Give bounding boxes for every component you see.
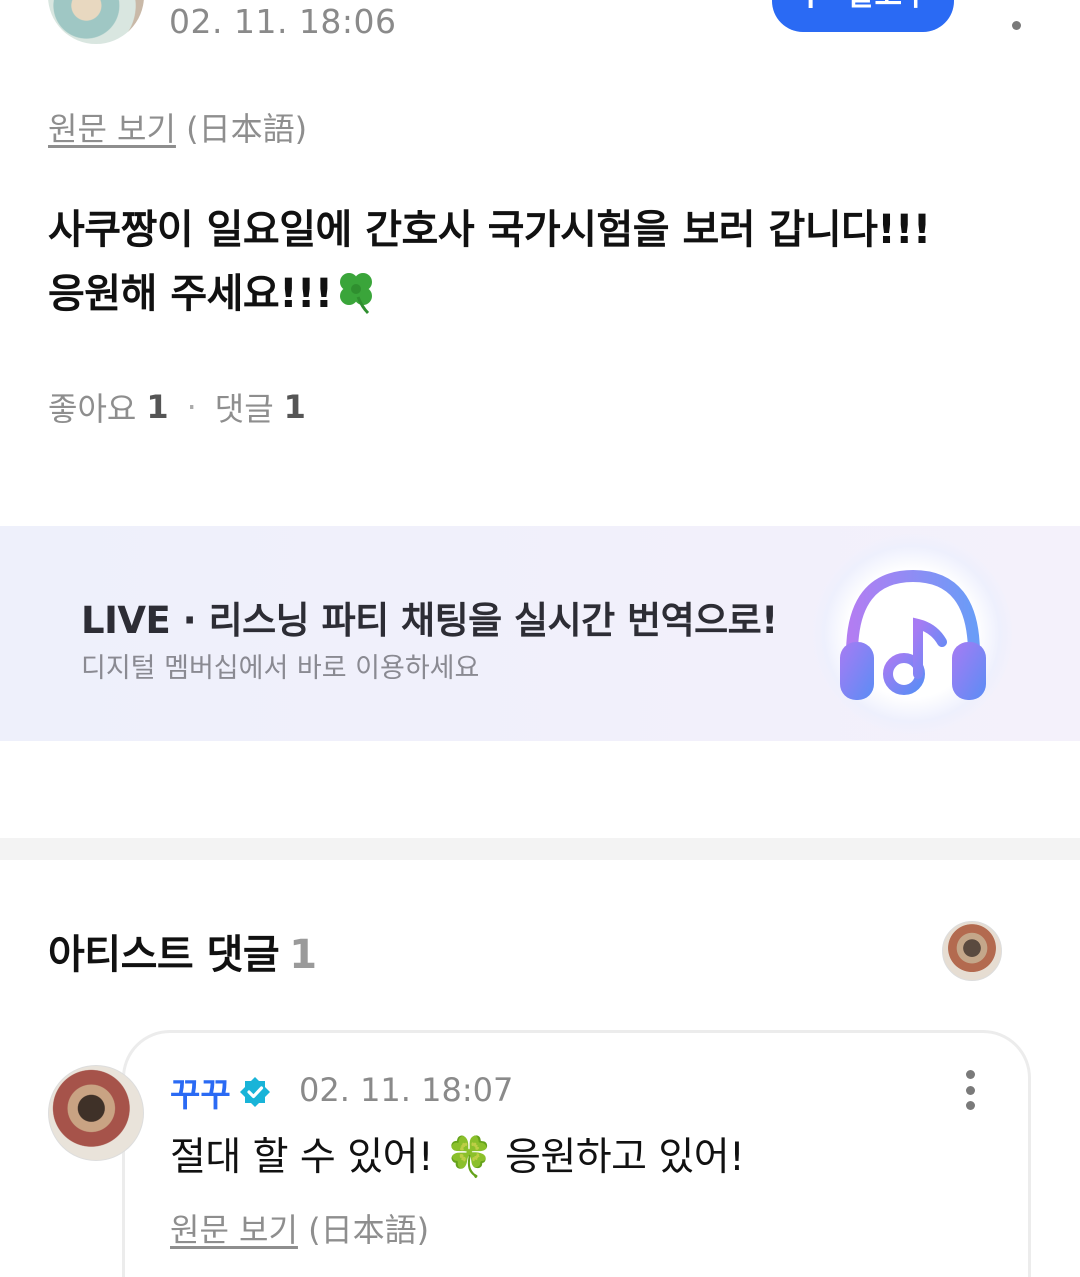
- comment-original-row: 원문 보기 (日本語): [170, 1205, 429, 1251]
- original-language: (日本語): [186, 110, 308, 148]
- post-more-options-icon[interactable]: [1004, 0, 1028, 30]
- banner-title: LIVE · 리스닝 파티 채팅을 실시간 번역으로!: [81, 599, 778, 642]
- post-date: 02. 11. 18:06: [169, 2, 397, 41]
- comment-original-language: (日本語): [308, 1211, 430, 1249]
- four-leaf-clover-icon: [340, 273, 373, 315]
- post-body-line-2-wrap: 응원해 주세요!!!: [48, 262, 1038, 326]
- view-original-link[interactable]: 원문 보기: [48, 110, 176, 148]
- comment-date: 02. 11. 18:07: [299, 1071, 514, 1109]
- post-body-line-1: 사쿠짱이 일요일에 간호사 국가시험을 보러 갑니다!!!: [48, 207, 931, 253]
- comments-count: 1: [283, 388, 306, 426]
- comment-text: 절대 할 수 있어! 🍀 응원하고 있어!: [170, 1135, 745, 1180]
- post-author-avatar[interactable]: [48, 0, 144, 44]
- banner-subtitle: 디지털 멤버십에서 바로 이용하세요: [81, 653, 480, 684]
- comment-author[interactable]: 꾸꾸: [170, 1068, 271, 1116]
- verified-badge-icon: [239, 1077, 270, 1107]
- likes-label[interactable]: 좋아요: [48, 384, 136, 430]
- comment-more-options-icon[interactable]: [958, 1070, 982, 1110]
- artist-comments-heading: 아티스트 댓글 1: [48, 922, 317, 980]
- likes-count: 1: [146, 388, 169, 426]
- section-divider: [0, 838, 1080, 860]
- follow-button-label: 알고주: [847, 0, 930, 14]
- artist-comments-title: 아티스트 댓글: [48, 932, 280, 978]
- comment-author-avatar[interactable]: [48, 1065, 144, 1161]
- original-text-row: 원문 보기 (日本語): [48, 104, 307, 150]
- post-stats: 좋아요 1 · 댓글 1: [48, 384, 306, 430]
- live-translation-banner[interactable]: LIVE · 리스닝 파티 채팅을 실시간 번역으로! 디지털 멤버십에서 바로…: [0, 526, 1080, 741]
- plus-icon: +: [796, 0, 825, 14]
- post-body: 사쿠짱이 일요일에 간호사 국가시험을 보러 갑니다!!! 응원해 주세요!!!: [48, 198, 1038, 326]
- post-body-line-2: 응원해 주세요!!!: [48, 271, 333, 317]
- headphones-music-icon: [840, 569, 986, 700]
- comment-author-name: 꾸꾸: [170, 1075, 231, 1114]
- comments-label[interactable]: 댓글: [215, 384, 274, 430]
- artist-comments-count: 1: [289, 932, 317, 978]
- stats-separator: ·: [186, 388, 197, 426]
- artist-avatar-small[interactable]: [942, 921, 1002, 981]
- follow-button[interactable]: + 알고주: [772, 0, 954, 32]
- comment-view-original-link[interactable]: 원문 보기: [170, 1211, 298, 1249]
